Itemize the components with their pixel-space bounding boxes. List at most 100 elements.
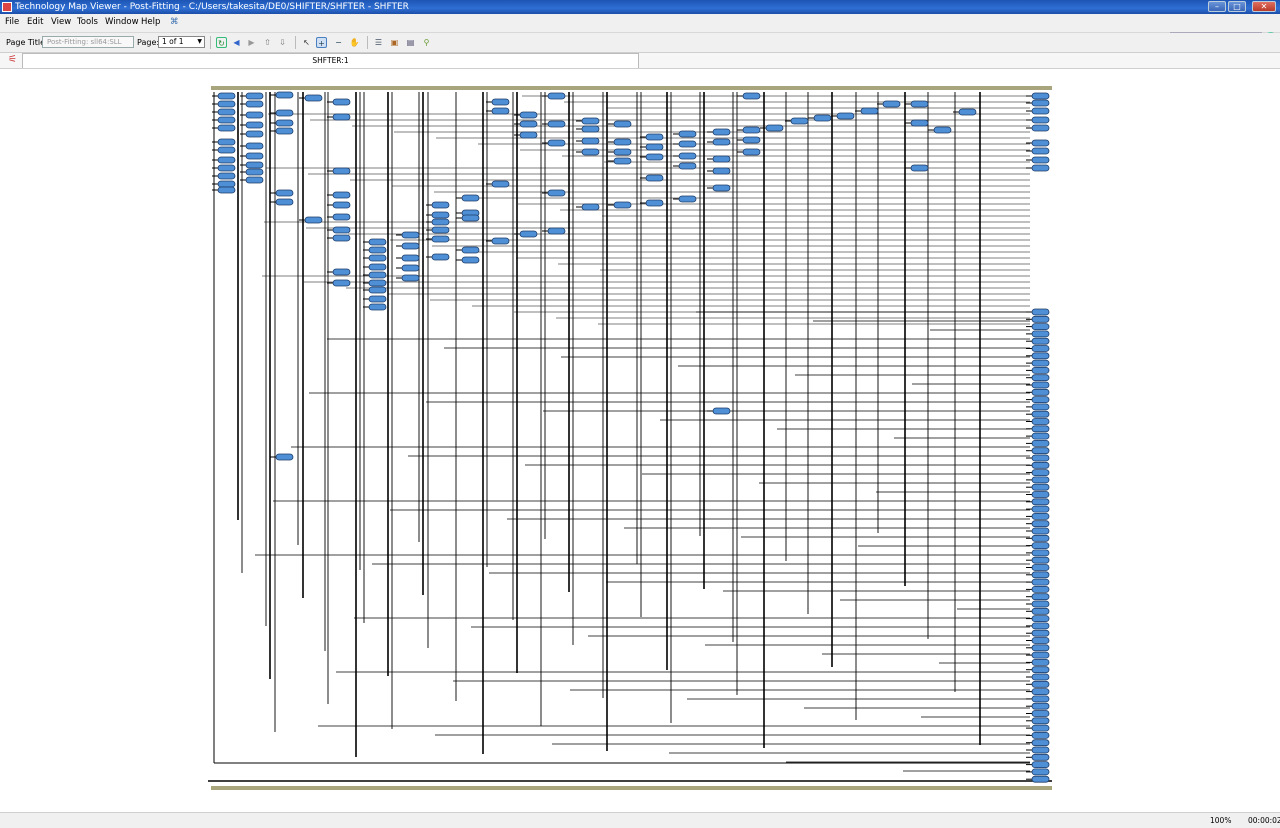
logic-cell-node: [245, 142, 264, 150]
logic-cell-node: [1031, 564, 1050, 571]
settings-icon[interactable]: ▤: [405, 37, 416, 48]
hand-icon[interactable]: ✋: [349, 37, 360, 48]
logic-cell-node: [1031, 629, 1050, 637]
logic-cell-node: [742, 126, 761, 134]
logic-cell-node: [1031, 607, 1050, 615]
logic-cell-node: [491, 98, 510, 106]
logic-cell-node: [645, 199, 664, 207]
logic-cell-node: [368, 295, 387, 303]
netlist-icon[interactable]: ⚟: [8, 54, 20, 66]
maximize-icon[interactable]: □: [1228, 1, 1246, 12]
search-icon[interactable]: ⚲: [421, 37, 432, 48]
logic-cell-node: [275, 198, 294, 206]
logic-cell-node: [368, 238, 387, 246]
logic-cell-node: [217, 138, 236, 146]
logic-cell-node: [1031, 396, 1050, 404]
logic-cell-node: [678, 140, 697, 148]
menu-file[interactable]: File: [5, 17, 19, 28]
zoom-out-icon[interactable]: −: [333, 37, 344, 48]
go-down-icon[interactable]: ⇩: [277, 37, 288, 48]
logic-cell-node: [431, 235, 450, 243]
logic-cell-node: [910, 164, 929, 172]
logic-cell-node: [217, 164, 236, 172]
logic-cell-node: [461, 214, 480, 222]
logic-cell-node: [1031, 527, 1050, 535]
logic-cell-node: [712, 138, 731, 146]
logic-cell-node: [712, 155, 731, 163]
logic-cell-node: [712, 407, 731, 415]
page-label: Page:: [137, 38, 160, 47]
export-icon[interactable]: ▣: [389, 37, 400, 48]
menu-window[interactable]: Window: [105, 17, 139, 28]
elapsed-time: 00:00:02: [1248, 816, 1280, 825]
page-select[interactable]: 1 of 1 ▼: [158, 36, 205, 48]
logic-cell-node: [645, 143, 664, 151]
schematic-canvas[interactable]: [0, 69, 1280, 812]
logic-cell-node: [613, 157, 632, 165]
logic-cell-node: [678, 130, 697, 138]
logic-cell-node: [613, 201, 632, 209]
logic-cell-node: [1031, 461, 1050, 469]
logic-cell-node: [1031, 366, 1050, 374]
logic-cell-node: [245, 100, 264, 108]
logic-cell-node: [245, 130, 264, 138]
logic-cell-node: [645, 133, 664, 141]
minimize-icon[interactable]: –: [1208, 1, 1226, 12]
logic-cell-node: [275, 91, 294, 99]
logic-cell-node: [1031, 476, 1050, 484]
menu-help[interactable]: Help: [141, 17, 160, 28]
tab-shfter[interactable]: SHFTER:1: [22, 53, 639, 68]
zoom-in-icon[interactable]: +: [316, 37, 327, 48]
logic-cell-node: [1031, 337, 1050, 345]
logic-cell-node: [368, 279, 387, 287]
logic-cell-node: [1031, 651, 1050, 659]
logic-cell-node: [1031, 746, 1050, 754]
hierarchy-icon[interactable]: ☰: [373, 37, 384, 48]
page-title-field[interactable]: Post-Fitting: sll64:SLL: [42, 36, 134, 48]
schematic-diagram[interactable]: [0, 69, 1280, 812]
logic-cell-node: [1031, 147, 1050, 155]
logic-cell-node: [1031, 323, 1050, 331]
logic-cell-node: [1031, 775, 1050, 783]
logic-cell-node: [1031, 688, 1050, 695]
go-up-icon[interactable]: ⇧: [262, 37, 273, 48]
logic-cell-node: [678, 152, 697, 160]
logic-cell-node: [678, 162, 697, 170]
logic-cell-node: [742, 148, 761, 156]
logic-cell-node: [1031, 761, 1050, 768]
logic-cell-node: [304, 216, 323, 224]
logic-cell-node: [1031, 124, 1050, 132]
menu-edit[interactable]: Edit: [27, 17, 43, 28]
close-icon[interactable]: ✕: [1252, 1, 1276, 12]
logic-cell-node: [368, 246, 387, 254]
logic-cell-node: [1031, 374, 1050, 382]
menu-view[interactable]: View: [51, 17, 71, 28]
forward-icon[interactable]: ▶: [246, 37, 257, 48]
logic-cell-node: [245, 92, 264, 100]
menu-tools[interactable]: Tools: [77, 17, 98, 28]
back-icon[interactable]: ◀: [231, 37, 242, 48]
logic-cell-node: [1031, 534, 1050, 542]
logic-cell-node: [1031, 680, 1050, 688]
logic-cell-node: [1031, 425, 1050, 433]
logic-cell-node: [332, 167, 351, 175]
logic-cell-node: [1031, 164, 1050, 172]
logic-cell-node: [1031, 454, 1050, 462]
logic-cell-node: [1031, 352, 1050, 360]
logic-cell-node: [813, 114, 832, 122]
logic-cell-node: [245, 121, 264, 129]
logic-cell-node: [712, 128, 731, 136]
select-icon[interactable]: ↖: [301, 37, 312, 48]
schematic-frame-top: [211, 86, 1052, 90]
logic-cell-node: [1031, 483, 1050, 491]
app-icon[interactable]: [2, 2, 12, 12]
logic-cell-node: [332, 98, 351, 106]
help-cursor-icon[interactable]: ⌘: [170, 17, 179, 28]
toolbar-separator: [295, 36, 296, 49]
logic-cell-node: [1031, 600, 1050, 608]
logic-cell-node: [1031, 381, 1050, 389]
logic-cell-node: [431, 253, 450, 261]
logic-cell-node: [910, 100, 929, 108]
refresh-icon[interactable]: ↻: [216, 37, 227, 48]
logic-cell-node: [1031, 447, 1050, 455]
